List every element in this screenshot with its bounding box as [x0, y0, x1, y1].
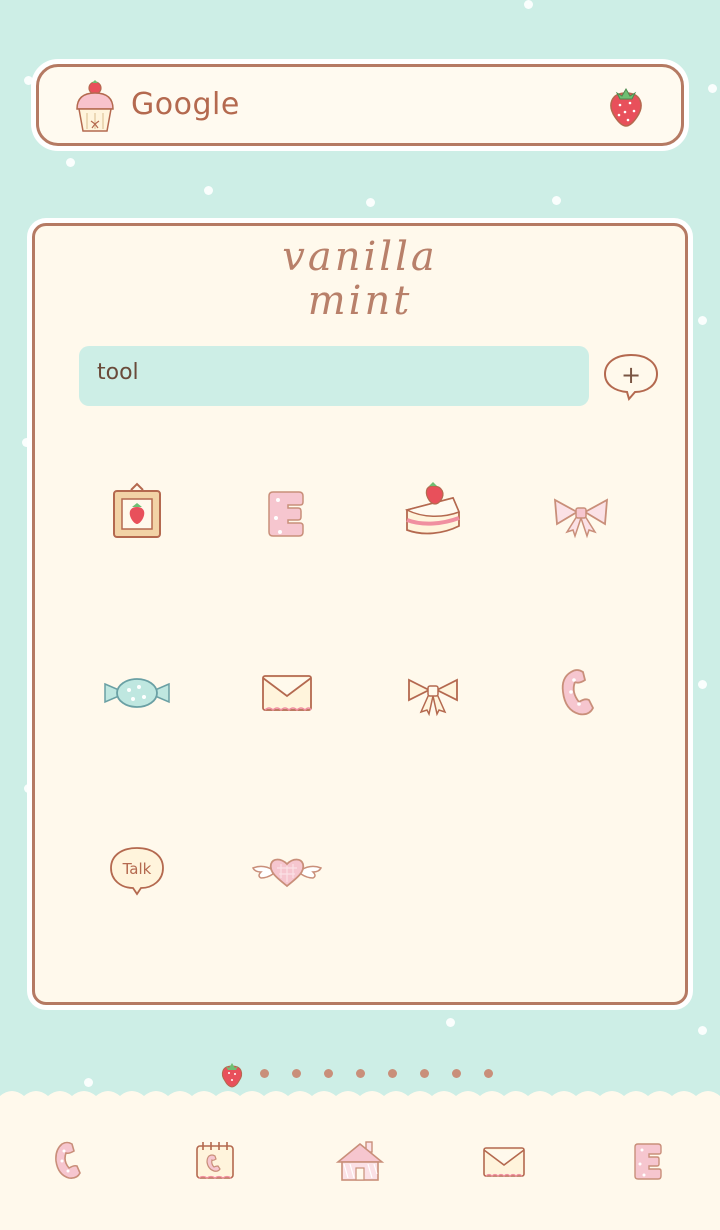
- page-dot[interactable]: [324, 1069, 333, 1078]
- plus-icon: +: [621, 361, 641, 389]
- candy-icon: [104, 678, 170, 708]
- panel-title-line1: vanilla: [282, 234, 438, 280]
- envelope-icon: [483, 1147, 525, 1177]
- phone-icon: [561, 669, 595, 716]
- dock-home[interactable]: [330, 1132, 390, 1192]
- strawberry-cake-icon: [404, 482, 460, 535]
- folder-name-text: tool: [97, 360, 139, 385]
- page-dot[interactable]: [420, 1069, 429, 1078]
- letter-e-icon: [634, 1143, 662, 1180]
- page-dot[interactable]: [292, 1069, 301, 1078]
- app-icon-cake[interactable]: [393, 474, 473, 554]
- page-dot[interactable]: [388, 1069, 397, 1078]
- page-dot[interactable]: [484, 1069, 493, 1078]
- ribbon-bow-icon: [553, 498, 609, 539]
- picture-frame-icon: [113, 482, 161, 538]
- folder-panel: vanilla mint tool + Talk: [32, 223, 688, 1005]
- google-search-bar[interactable]: Google: [36, 64, 684, 146]
- app-icon-bow[interactable]: [393, 652, 473, 732]
- letter-e-icon: [268, 491, 304, 537]
- app-icon-envelope[interactable]: [247, 652, 327, 732]
- dock-browser[interactable]: [618, 1132, 678, 1192]
- app-icon-candy[interactable]: [97, 652, 177, 732]
- search-label: Google: [131, 87, 240, 122]
- current-page-strawberry-icon: [221, 1063, 243, 1088]
- page-dot[interactable]: [356, 1069, 365, 1078]
- envelope-icon: [262, 675, 312, 712]
- page-indicator[interactable]: [220, 1060, 510, 1088]
- phone-icon: [55, 1141, 81, 1179]
- dock-bar: [0, 1091, 720, 1230]
- app-icon-talk[interactable]: Talk: [97, 830, 177, 910]
- add-app-button[interactable]: +: [603, 352, 659, 402]
- page-dot[interactable]: [260, 1069, 269, 1078]
- app-icon-letter-e[interactable]: [247, 474, 327, 554]
- strawberry-icon: [610, 87, 642, 127]
- bow-icon: [408, 678, 458, 717]
- house-icon: [335, 1141, 385, 1181]
- app-icon-picture-frame[interactable]: [97, 474, 177, 554]
- folder-name-field[interactable]: tool: [79, 346, 589, 406]
- app-icon-phone[interactable]: [541, 652, 621, 732]
- panel-title-line2: mint: [307, 278, 413, 324]
- page-dot[interactable]: [452, 1069, 461, 1078]
- winged-heart-icon: [251, 858, 323, 888]
- dock-contacts[interactable]: [185, 1132, 245, 1192]
- dock-scallop-edge: [0, 1091, 720, 1106]
- cupcake-icon: [76, 80, 114, 132]
- dock-phone[interactable]: [40, 1132, 100, 1192]
- talk-bubble-icon: Talk: [110, 847, 164, 896]
- dock-messages[interactable]: [474, 1132, 534, 1192]
- app-icon-winged-heart[interactable]: [247, 830, 327, 910]
- svg-text:Talk: Talk: [122, 860, 152, 878]
- app-icon-ribbon[interactable]: [541, 474, 621, 554]
- calendar-phone-icon: [196, 1142, 234, 1179]
